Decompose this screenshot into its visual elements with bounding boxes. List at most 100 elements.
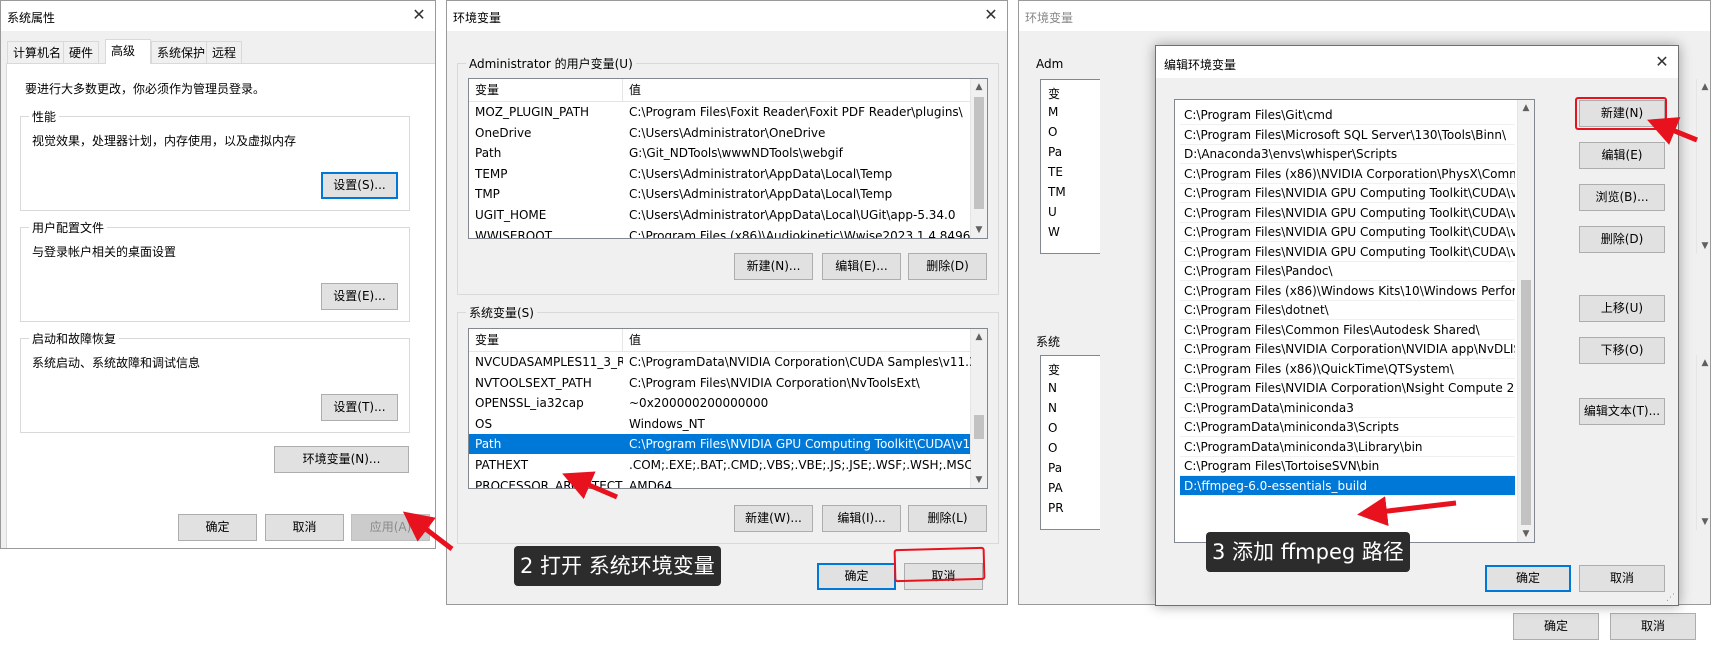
background-ok-button[interactable]: 确定 [1513,613,1599,640]
list-item[interactable]: C:\ProgramData\miniconda3\Scripts [1180,417,1515,437]
edit-text-button[interactable]: 编辑文本(T)... [1579,398,1665,425]
table-row[interactable]: OPENSSL_ia32cap ~0x200000200000000 [469,393,970,413]
scroll-down-icon[interactable]: ▼ [971,222,987,238]
list-item[interactable]: C:\Program Files\TortoiseSVN\bin [1180,456,1515,476]
ok-button[interactable]: 确定 [178,514,257,541]
resize-grip-icon[interactable]: ⋰ [1666,593,1676,603]
user-variables-list[interactable]: 变量 值 ▲ ▼ MOZ_PLUGIN_PATH C:\Program Files… [468,78,988,239]
tab-computer-name[interactable]: 计算机名 [7,41,68,63]
scroll-up-icon[interactable]: ▲ [1518,100,1534,116]
table-row[interactable]: OneDrive C:\Users\Administrator\OneDrive [469,123,970,143]
performance-settings-button[interactable]: 设置(S)... [321,172,398,199]
scroll-thumb[interactable] [974,97,984,209]
scroll-down-icon[interactable]: ▼ [1518,526,1534,542]
clipped-variable-text: 变 [1048,363,1061,377]
variable-value-cell: C:\ProgramData\NVIDIA Corporation\CUDA S… [629,355,971,369]
scroll-thumb[interactable] [1521,280,1531,525]
variable-name-cell: OPENSSL_ia32cap [475,396,584,411]
system-new-button[interactable]: 新建(W)... [734,505,813,532]
table-row[interactable]: Path G:\Git_NDTools\wwwNDTools\webgif [469,143,970,163]
cancel-button[interactable]: 取消 [1579,565,1665,592]
list-item[interactable]: C:\Program Files\NVIDIA GPU Computing To… [1180,222,1515,242]
table-row[interactable]: MOZ_PLUGIN_PATH C:\Program Files\Foxit Re… [469,102,970,122]
scroll-down-icon[interactable]: ▼ [971,472,987,488]
scroll-thumb[interactable] [974,415,984,439]
table-row[interactable]: NVCUDASAMPLES11_3_R... C:\ProgramData\NVI… [469,352,971,372]
user-profiles-settings-button[interactable]: 设置(E)... [321,283,398,310]
close-icon[interactable]: ✕ [411,7,427,23]
table-row[interactable]: TMP C:\Users\Administrator\AppData\Local\… [469,184,970,204]
tab-system-protection[interactable]: 系统保护 [151,41,212,63]
table-row[interactable]: Path C:\Program Files\NVIDIA GPU Computin… [469,434,971,455]
tab-hardware[interactable]: 硬件 [63,41,100,63]
system-variables-list[interactable]: 变量 值 ▲ ▼ NVCUDASAMPLES11_3_R... C:\Progra… [468,328,988,489]
variable-value-cell: .COM;.EXE;.BAT;.CMD;.VBS;.VBE;.JS;.JSE;.… [629,458,971,472]
variable-name-cell: WWISEROOT [475,228,553,239]
list-item[interactable]: D:\ffmpeg-6.0-essentials_build [1180,475,1515,496]
table-row[interactable]: NVTOOLSEXT_PATH C:\Program Files\NVIDIA C… [469,373,970,393]
scroll-up-icon: ▲ [1701,358,1709,368]
list-item[interactable]: C:\Program Files (x86)\Windows Kits\10\W… [1180,281,1515,301]
user-delete-button[interactable]: 删除(D) [908,253,987,280]
cancel-button[interactable]: 取消 [265,514,344,541]
variable-value-cell: ~0x200000200000000 [629,396,769,411]
background-cancel-button[interactable]: 取消 [1610,613,1696,640]
list-item[interactable]: C:\Program Files\NVIDIA GPU Computing To… [1180,203,1515,223]
col-variable-header[interactable]: 变量 [469,329,623,351]
delete-path-button[interactable]: 删除(D) [1579,226,1665,253]
vertical-scrollbar[interactable]: ▲ ▼ [970,329,987,488]
vertical-scrollbar[interactable]: ▲ ▼ [1517,100,1534,542]
performance-label: 性能 [29,108,60,125]
col-variable-header[interactable]: 变量 [469,79,623,101]
scroll-up-icon[interactable]: ▲ [971,329,987,345]
list-item[interactable]: C:\Program Files\Git\cmd [1180,105,1515,125]
clipped-variable-text: O [1048,421,1058,435]
close-icon[interactable]: ✕ [1654,54,1670,70]
list-item[interactable]: C:\ProgramData\miniconda3 [1180,398,1515,418]
close-icon[interactable]: ✕ [983,7,999,23]
user-new-button[interactable]: 新建(N)... [734,253,813,280]
system-delete-button[interactable]: 删除(L) [908,505,987,532]
move-up-button[interactable]: 上移(U) [1579,295,1665,322]
clipped-scrollbar: ▲ ▼ [1696,355,1710,530]
list-item[interactable]: C:\Program Files\Pandoc\ [1180,261,1515,281]
ok-button[interactable]: 确定 [1485,565,1571,592]
user-edit-button[interactable]: 编辑(E)... [822,253,901,280]
list-item[interactable]: C:\Program Files\NVIDIA Corporation\NVID… [1180,339,1515,359]
list-item[interactable]: C:\Program Files\dotnet\ [1180,300,1515,320]
table-row[interactable]: PATHEXT .COM;.EXE;.BAT;.CMD;.VBS;.VBE;.JS… [469,455,971,475]
table-row[interactable]: TEMP C:\Users\Administrator\AppData\Local… [469,164,970,184]
tab-advanced[interactable]: 高级 [105,39,151,64]
table-row[interactable]: OS Windows_NT [469,414,970,434]
move-down-button[interactable]: 下移(O) [1579,337,1665,364]
ok-button[interactable]: 确定 [817,563,896,590]
scroll-up-icon[interactable]: ▲ [971,79,987,95]
table-row[interactable]: PROCESSOR_ARCHITECT... AMD64 [469,476,970,488]
vertical-scrollbar[interactable]: ▲ ▼ [970,79,987,238]
list-item[interactable]: C:\ProgramData\miniconda3\Library\bin [1180,437,1515,457]
startup-recovery-settings-button[interactable]: 设置(T)... [321,394,398,421]
variable-value-cell: C:\Users\Administrator\AppData\Local\Tem… [629,187,893,202]
table-row[interactable]: WWISEROOT C:\Program Files (x86)\Audiokin… [469,226,970,239]
list-item[interactable]: C:\Program Files\NVIDIA GPU Computing To… [1180,183,1515,203]
clipped-variable-text: Pa [1048,461,1063,475]
list-item[interactable]: C:\Program Files\Common Files\Autodesk S… [1180,320,1515,340]
variable-name-cell: Path [475,146,502,161]
variable-name-cell: NVTOOLSEXT_PATH [475,375,592,390]
list-item[interactable]: D:\Anaconda3\envs\whisper\Scripts [1180,144,1515,164]
edit-path-button[interactable]: 编辑(E) [1579,142,1665,169]
clipped-variable-text: 变 [1048,87,1061,101]
browse-button[interactable]: 浏览(B)... [1579,184,1665,211]
list-item[interactable]: C:\Program Files (x86)\NVIDIA Corporatio… [1180,164,1515,184]
col-value-header[interactable]: 值 [623,329,971,351]
path-entries-list[interactable]: ▲ ▼ C:\Program Files\Git\cmd C:\Program F… [1174,99,1535,543]
system-edit-button[interactable]: 编辑(I)... [822,505,901,532]
list-item[interactable]: C:\Program Files (x86)\QuickTime\QTSyste… [1180,359,1515,379]
list-item[interactable]: C:\Program Files\Microsoft SQL Server\13… [1180,125,1515,145]
list-item[interactable]: C:\Program Files\NVIDIA Corporation\Nsig… [1180,378,1515,398]
col-value-header[interactable]: 值 [623,79,971,101]
tab-remote[interactable]: 远程 [206,41,243,63]
environment-variables-button[interactable]: 环境变量(N)... [274,446,409,473]
list-item[interactable]: C:\Program Files\NVIDIA GPU Computing To… [1180,242,1515,262]
table-row[interactable]: UGIT_HOME C:\Users\Administrator\AppData\… [469,205,970,225]
